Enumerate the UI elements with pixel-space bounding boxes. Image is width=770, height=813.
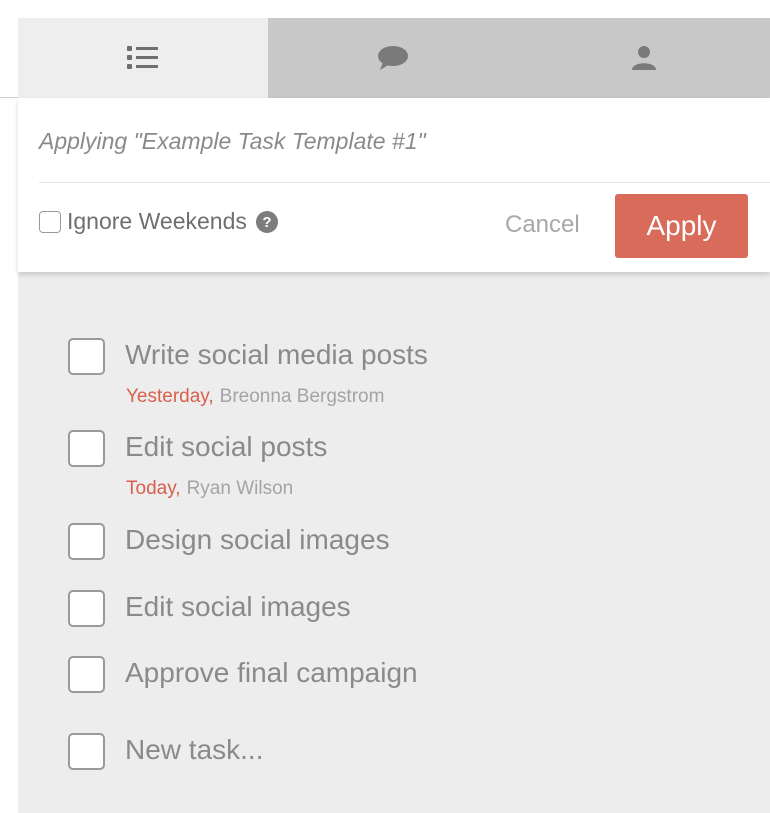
- task-checkbox[interactable]: [68, 523, 105, 560]
- task-panel: Applying "Example Task Template #1" Igno…: [18, 18, 770, 813]
- task-meta: Today, Ryan Wilson: [126, 478, 293, 500]
- task-due-date: Today,: [126, 478, 181, 499]
- list-icon: [127, 46, 158, 69]
- task-meta: Yesterday, Breonna Bergstrom: [126, 386, 384, 408]
- tab-comments[interactable]: [268, 18, 518, 98]
- cancel-button[interactable]: Cancel: [505, 211, 580, 239]
- task-title[interactable]: Design social images: [125, 524, 390, 556]
- new-task-input[interactable]: New task...: [125, 734, 263, 766]
- question-icon[interactable]: ?: [255, 210, 279, 234]
- card-divider: [39, 182, 770, 183]
- task-assignee: Ryan Wilson: [186, 478, 294, 499]
- task-checkbox[interactable]: [68, 430, 105, 467]
- task-title[interactable]: Write social media posts: [125, 339, 428, 371]
- task-title[interactable]: Edit social posts: [125, 431, 327, 463]
- task-assignee: Breonna Bergstrom: [219, 386, 385, 407]
- task-checkbox[interactable]: [68, 590, 105, 627]
- ignore-weekends-row: Ignore Weekends ?: [39, 208, 279, 235]
- task-due-date: Yesterday,: [126, 386, 214, 407]
- left-gutter: [0, 18, 18, 98]
- tab-task-list[interactable]: [18, 18, 268, 98]
- panel-tabs: [18, 18, 770, 98]
- new-task-checkbox[interactable]: [68, 733, 105, 770]
- comment-icon: [378, 46, 408, 70]
- person-icon: [632, 46, 656, 70]
- task-title[interactable]: Approve final campaign: [125, 657, 418, 689]
- task-checkbox[interactable]: [68, 656, 105, 693]
- apply-template-card: Applying "Example Task Template #1" Igno…: [18, 98, 770, 272]
- task-title[interactable]: Edit social images: [125, 591, 351, 623]
- applying-template-text: Applying "Example Task Template #1": [39, 128, 426, 154]
- top-strip: [0, 0, 770, 18]
- task-checkbox[interactable]: [68, 338, 105, 375]
- tab-assignees[interactable]: [518, 18, 770, 98]
- svg-text:?: ?: [262, 214, 271, 231]
- apply-button[interactable]: Apply: [615, 194, 748, 258]
- ignore-weekends-label: Ignore Weekends: [67, 208, 247, 234]
- ignore-weekends-checkbox[interactable]: [39, 210, 61, 233]
